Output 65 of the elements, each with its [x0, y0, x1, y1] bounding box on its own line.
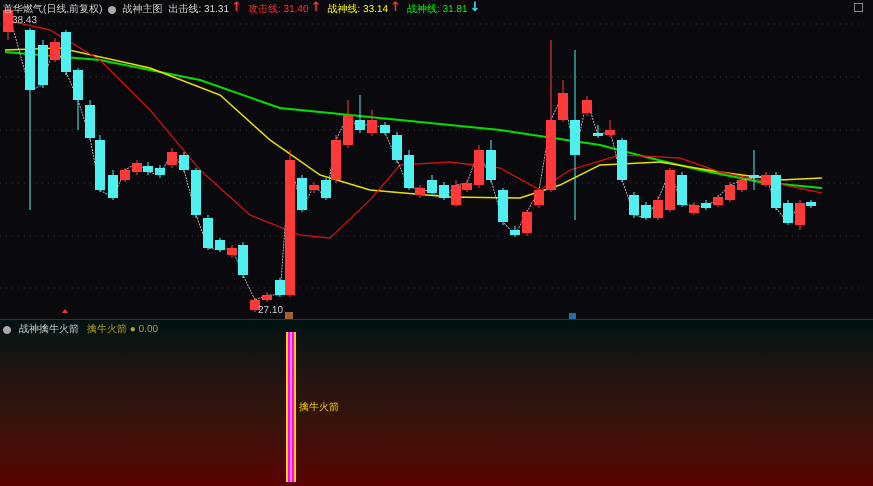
candlestick — [522, 210, 532, 236]
candlestick — [203, 214, 213, 250]
candlestick — [558, 80, 568, 122]
candlestick — [215, 238, 225, 252]
candlestick — [132, 160, 142, 176]
candlestick — [367, 110, 377, 136]
candlestick — [725, 182, 735, 202]
candlestick — [427, 174, 437, 196]
candlestick — [392, 132, 402, 164]
candlestick — [439, 182, 449, 200]
candlestick — [309, 182, 319, 194]
trend-arrow: ↑ — [310, 2, 322, 17]
candlestick — [38, 40, 48, 88]
panel-title: 战神擒牛火箭 — [19, 322, 79, 337]
candlestick — [677, 172, 687, 208]
candlestick — [617, 138, 627, 182]
trend-arrow: ↓ — [470, 2, 480, 17]
candlestick — [629, 192, 639, 218]
candlestick — [474, 144, 484, 188]
candlestick — [73, 68, 83, 130]
candlestick — [689, 202, 699, 216]
candlestick — [713, 194, 723, 208]
candlestick — [783, 200, 793, 226]
candlestick — [653, 196, 663, 220]
candlestick — [250, 298, 260, 312]
panel-reading: 擒牛火箭 ● 0.00 — [87, 322, 158, 337]
settings-icon[interactable] — [854, 3, 863, 12]
candlestick — [534, 188, 544, 208]
trend-arrow: ↑ — [231, 2, 242, 17]
candlestick — [355, 94, 365, 134]
candlestick — [179, 152, 189, 172]
indicator-reading: 战神线: 31.81 — [406, 2, 468, 17]
candlestick — [155, 164, 165, 178]
candlestick — [297, 174, 307, 212]
candlestick — [593, 124, 603, 138]
candlestick — [749, 150, 759, 190]
candlestick — [510, 226, 520, 238]
candlestick — [665, 168, 675, 212]
candlestick — [737, 176, 747, 192]
candlestick — [108, 170, 118, 200]
candlestick — [143, 162, 153, 176]
candlestick — [262, 292, 272, 302]
candlestick — [95, 134, 105, 192]
candlestick — [486, 140, 496, 184]
candlestick — [120, 168, 130, 182]
up-arrow-icon — [62, 309, 68, 313]
candlestick — [191, 168, 201, 218]
indicator-reading: 战神线: 33.14 — [327, 2, 388, 17]
candlestick — [380, 122, 390, 136]
candlestick — [498, 188, 508, 226]
marker-icon[interactable] — [569, 313, 576, 319]
indicator-name: 战神主图 — [122, 2, 162, 17]
indicator-reading: 出击线: 31.31 — [168, 2, 230, 17]
candlestick — [605, 120, 615, 138]
candlestick — [641, 202, 651, 220]
candlestick — [343, 100, 353, 148]
signal-label: 擒牛火箭 — [299, 400, 339, 415]
candlestick — [85, 100, 95, 140]
candlestick — [582, 96, 592, 116]
marker-icon[interactable] — [285, 312, 293, 319]
candlestick — [701, 200, 711, 210]
candlestick — [167, 148, 177, 168]
indicator-reading: 攻击线: 31.40 — [248, 2, 309, 17]
low-price-label: 27.10 — [258, 304, 284, 318]
trend-arrow: ↑ — [390, 2, 401, 17]
